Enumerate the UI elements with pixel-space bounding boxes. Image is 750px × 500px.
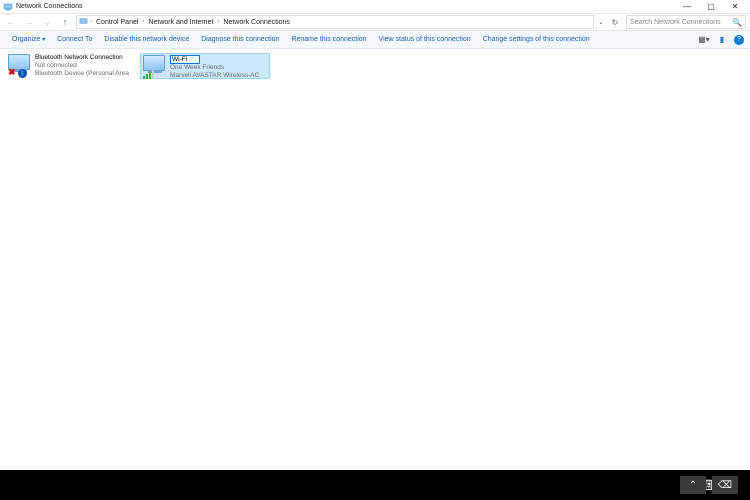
wifi-signal-icon <box>143 70 154 79</box>
view-status-button[interactable]: View status of this connection <box>373 36 477 43</box>
search-placeholder: Search Network Connections <box>630 19 721 26</box>
chevron-right-icon: › <box>217 19 219 25</box>
window-controls: — ▢ ✕ <box>675 0 747 13</box>
minimize-button[interactable]: — <box>675 0 699 13</box>
connection-status: Not connected <box>35 62 134 70</box>
nav-bar: ← → ⌄ ↑ › Control Panel › Network and In… <box>0 13 750 31</box>
rename-input[interactable] <box>170 55 200 64</box>
connection-device: Bluetooth Device (Personal Area ... <box>35 70 134 78</box>
view-options-button[interactable]: ▦▾ <box>698 34 710 46</box>
back-button[interactable]: ← <box>4 15 18 29</box>
preview-pane-button[interactable]: ▮ <box>716 34 728 46</box>
rename-button[interactable]: Rename this connection <box>285 36 372 43</box>
title-bar: Network Connections — ▢ ✕ <box>0 0 750 13</box>
taskbar: ⌨ ✕ <box>0 470 750 500</box>
help-icon[interactable]: ? <box>734 35 744 45</box>
up-button[interactable]: ↑ <box>58 15 72 29</box>
connection-name: Bluetooth Network Connection <box>35 54 134 62</box>
content-area: ✖ ᛒ Bluetooth Network Connection Not con… <box>0 49 750 83</box>
disable-device-button[interactable]: Disable this network device <box>98 36 195 43</box>
search-icon: 🔍 <box>732 18 742 27</box>
search-box[interactable]: Search Network Connections 🔍 <box>626 15 746 29</box>
panel-backspace-button[interactable]: ⌫ <box>712 476 738 494</box>
input-panel-controls: ⌃ ⌫ <box>680 458 738 470</box>
change-settings-button[interactable]: Change settings of this connection <box>477 36 596 43</box>
connection-icon <box>143 55 167 79</box>
breadcrumb-dropdown[interactable]: ⌄ <box>598 18 604 26</box>
connection-icon: ✖ ᛒ <box>8 54 32 78</box>
recent-dropdown[interactable]: ⌄ <box>40 15 54 29</box>
window-title: Network Connections <box>16 3 675 10</box>
close-button[interactable]: ✕ <box>723 0 747 13</box>
organize-menu[interactable]: Organize <box>6 36 51 43</box>
network-icon <box>79 17 88 28</box>
connection-status: One Week Friends <box>170 64 267 72</box>
diagnose-button[interactable]: Diagnose this connection <box>195 36 285 43</box>
connection-item-wifi[interactable]: One Week Friends Marvell AVASTAR Wireles… <box>140 53 270 79</box>
connection-device: Marvell AVASTAR Wireless-AC Ne... <box>170 72 267 77</box>
chevron-right-icon: › <box>90 19 92 25</box>
connect-to-button[interactable]: Connect To <box>51 36 98 43</box>
connection-item-bluetooth[interactable]: ✖ ᛒ Bluetooth Network Connection Not con… <box>6 53 136 79</box>
command-bar: Organize Connect To Disable this network… <box>0 31 750 49</box>
chevron-right-icon: › <box>142 19 144 25</box>
breadcrumb-item[interactable]: Control Panel <box>94 19 140 26</box>
panel-up-button[interactable]: ⌃ <box>680 476 706 494</box>
disabled-x-icon: ✖ <box>8 68 18 78</box>
maximize-button[interactable]: ▢ <box>699 0 723 13</box>
forward-button[interactable]: → <box>22 15 36 29</box>
app-icon <box>3 2 13 12</box>
breadcrumb[interactable]: › Control Panel › Network and Internet ›… <box>76 15 594 29</box>
connection-text: Bluetooth Network Connection Not connect… <box>35 54 134 78</box>
refresh-button[interactable]: ↻ <box>608 18 622 27</box>
connection-text: One Week Friends Marvell AVASTAR Wireles… <box>170 55 267 77</box>
breadcrumb-item[interactable]: Network Connections <box>221 19 292 26</box>
bluetooth-icon: ᛒ <box>18 69 27 78</box>
breadcrumb-item[interactable]: Network and Internet <box>146 19 215 26</box>
